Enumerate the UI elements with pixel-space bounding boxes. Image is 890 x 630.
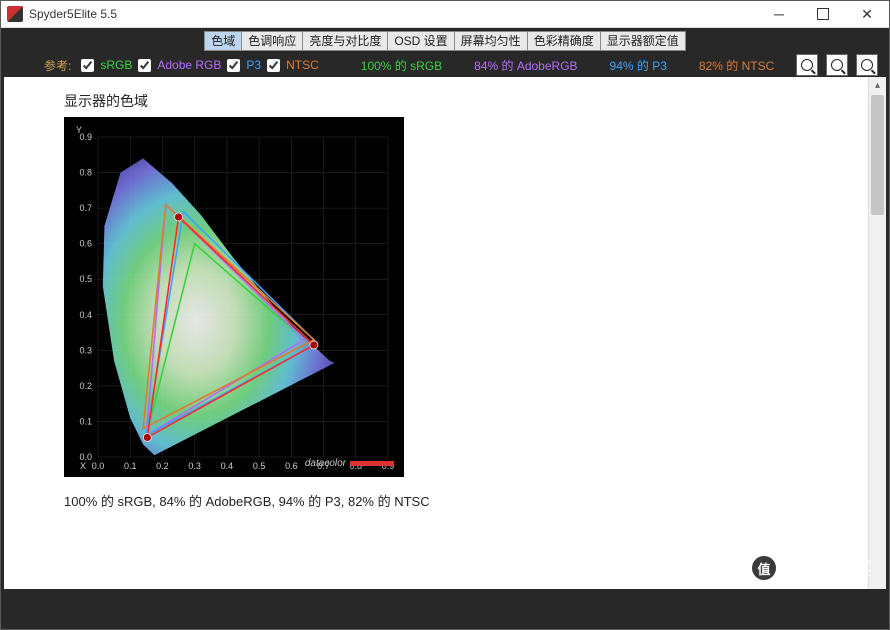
brand-text: datacolor bbox=[305, 458, 346, 469]
gamut-chart: 0.00.00.10.10.20.20.30.30.40.40.50.50.60… bbox=[64, 117, 404, 477]
svg-text:0.2: 0.2 bbox=[156, 461, 169, 471]
stat-adobergb: 84% 的 AdobeRGB bbox=[474, 57, 577, 74]
scroll-up-icon[interactable]: ▴ bbox=[869, 77, 886, 94]
svg-text:X: X bbox=[80, 461, 86, 471]
summary-text: 100% 的 sRGB, 84% 的 AdobeRGB, 94% 的 P3, 8… bbox=[64, 491, 868, 510]
checkbox-ntsc[interactable] bbox=[267, 59, 280, 72]
svg-text:0.7: 0.7 bbox=[79, 203, 92, 213]
brand-bar-icon bbox=[350, 461, 394, 466]
label-p3: P3 bbox=[246, 58, 261, 72]
reference-label: 参考: bbox=[44, 57, 71, 74]
stat-p3: 94% 的 P3 bbox=[610, 57, 667, 74]
svg-text:0.6: 0.6 bbox=[285, 461, 298, 471]
zoom-in-icon bbox=[801, 59, 813, 71]
svg-text:0.1: 0.1 bbox=[79, 416, 92, 426]
close-button[interactable]: ✕ bbox=[845, 1, 889, 27]
titlebar: Spyder5Elite 5.5 ─ ✕ bbox=[1, 1, 889, 28]
svg-text:Y: Y bbox=[76, 125, 82, 135]
report-page: 显示器的色域 0.00.00.10.10.20.20.30.30.40.40.5… bbox=[4, 77, 868, 589]
tab-4[interactable]: 屏幕均匀性 bbox=[455, 31, 528, 51]
svg-text:0.5: 0.5 bbox=[79, 274, 92, 284]
zoom-in-button[interactable] bbox=[796, 54, 818, 76]
watermark-text: 什么值得买 bbox=[782, 555, 872, 581]
svg-text:0.3: 0.3 bbox=[79, 345, 92, 355]
zoom-fit-button[interactable] bbox=[856, 54, 878, 76]
tab-5[interactable]: 色彩精确度 bbox=[528, 31, 601, 51]
svg-text:0.5: 0.5 bbox=[253, 461, 266, 471]
chart-branding: datacolor bbox=[305, 458, 394, 469]
svg-text:0.0: 0.0 bbox=[92, 461, 105, 471]
svg-text:0.8: 0.8 bbox=[79, 168, 92, 178]
tab-2[interactable]: 亮度与对比度 bbox=[303, 31, 388, 51]
zoom-out-icon bbox=[831, 59, 843, 71]
label-ntsc: NTSC bbox=[286, 58, 319, 72]
svg-text:0.4: 0.4 bbox=[79, 310, 92, 320]
svg-text:0.6: 0.6 bbox=[79, 239, 92, 249]
checkbox-adobergb[interactable] bbox=[138, 59, 151, 72]
checkbox-p3[interactable] bbox=[227, 59, 240, 72]
app-body: 色域色调响应亮度与对比度OSD 设置屏幕均匀性色彩精确度显示器额定值 参考: s… bbox=[1, 28, 889, 629]
app-window: Spyder5Elite 5.5 ─ ✕ 色域色调响应亮度与对比度OSD 设置屏… bbox=[0, 0, 890, 630]
maximize-button[interactable] bbox=[801, 1, 845, 27]
tab-3[interactable]: OSD 设置 bbox=[388, 31, 454, 51]
zoom-fit-icon bbox=[861, 59, 873, 71]
tabbar: 色域色调响应亮度与对比度OSD 设置屏幕均匀性色彩精确度显示器额定值 bbox=[4, 31, 886, 53]
minimize-button[interactable]: ─ bbox=[757, 1, 801, 27]
svg-text:0.3: 0.3 bbox=[188, 461, 201, 471]
tab-1[interactable]: 色调响应 bbox=[242, 31, 303, 51]
stat-ntsc: 82% 的 NTSC bbox=[699, 57, 774, 74]
vertical-scrollbar[interactable]: ▴ bbox=[868, 77, 886, 589]
window-title: Spyder5Elite 5.5 bbox=[29, 7, 117, 21]
watermark-badge-icon: 值 bbox=[752, 556, 776, 580]
zoom-out-button[interactable] bbox=[826, 54, 848, 76]
checkbox-srgb[interactable] bbox=[81, 59, 94, 72]
watermark: 值 什么值得买 bbox=[752, 555, 872, 581]
stat-srgb: 100% 的 sRGB bbox=[361, 57, 442, 74]
svg-text:0.4: 0.4 bbox=[221, 461, 234, 471]
content-area: 显示器的色域 0.00.00.10.10.20.20.30.30.40.40.5… bbox=[4, 77, 886, 589]
chart-title: 显示器的色域 bbox=[64, 91, 868, 111]
svg-text:0.2: 0.2 bbox=[79, 381, 92, 391]
toolbar: 参考: sRGB Adobe RGB P3 NTSC 100% 的 sRGB 8… bbox=[4, 53, 886, 77]
tab-0[interactable]: 色域 bbox=[204, 31, 242, 51]
label-adobergb: Adobe RGB bbox=[157, 58, 221, 72]
scroll-thumb[interactable] bbox=[871, 95, 884, 215]
label-srgb: sRGB bbox=[100, 58, 132, 72]
app-icon bbox=[7, 6, 23, 22]
tab-6[interactable]: 显示器额定值 bbox=[601, 31, 686, 51]
svg-text:0.1: 0.1 bbox=[124, 461, 137, 471]
